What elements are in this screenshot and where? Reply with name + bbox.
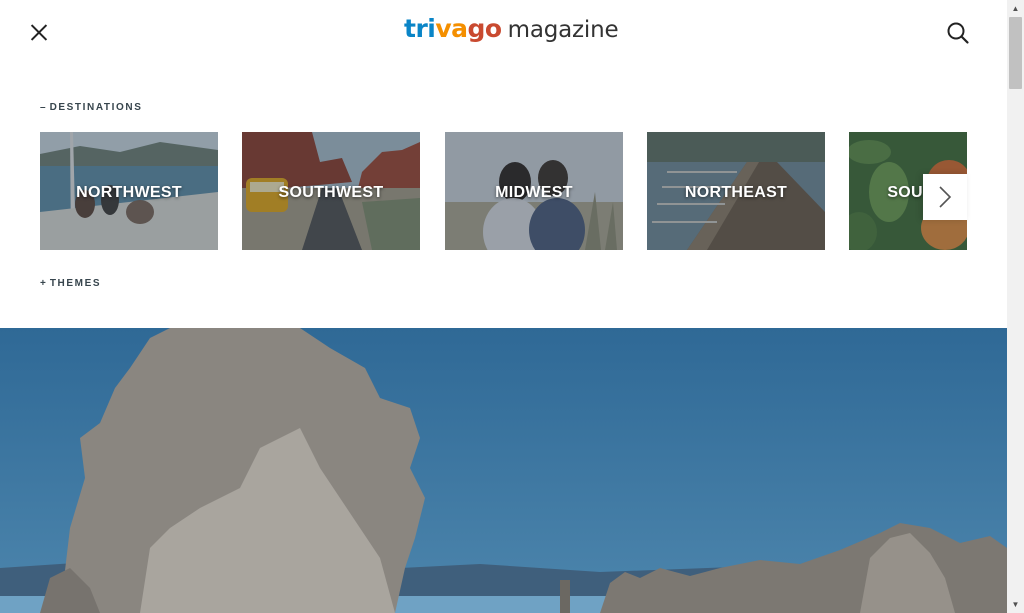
collapse-icon: – bbox=[40, 102, 46, 113]
expand-icon: + bbox=[40, 278, 46, 289]
logo[interactable]: trivago magazine bbox=[404, 14, 619, 48]
destination-label: SOUTHWEST bbox=[278, 184, 384, 201]
chevron-right-icon bbox=[939, 186, 952, 208]
page: trivago magazine – DESTINATIONS NORTHWES… bbox=[0, 0, 1024, 613]
scroll-up-icon[interactable]: ▲ bbox=[1007, 0, 1024, 17]
search-icon[interactable] bbox=[946, 21, 970, 45]
destination-card-northwest[interactable]: NORTHWEST bbox=[40, 132, 218, 250]
destination-label: NORTHEAST bbox=[684, 184, 788, 201]
hero-image bbox=[0, 328, 1007, 613]
logo-magazine: magazine bbox=[507, 17, 619, 43]
scrollbar-thumb[interactable] bbox=[1009, 17, 1022, 89]
destination-label: NORTHWEST bbox=[76, 184, 182, 201]
destination-card-southwest[interactable]: SOUTHWEST bbox=[242, 132, 420, 250]
scroll-down-icon[interactable]: ▼ bbox=[1007, 596, 1024, 613]
close-icon[interactable] bbox=[26, 19, 52, 45]
carousel-next-button[interactable] bbox=[923, 174, 967, 220]
destinations-label: DESTINATIONS bbox=[49, 102, 143, 113]
destinations-carousel: NORTHWEST SOUTHWEST MIDWEST NORTHEAST bbox=[40, 132, 967, 250]
themes-label: THEMES bbox=[49, 278, 102, 289]
destination-card-midwest[interactable]: MIDWEST bbox=[445, 132, 623, 250]
scrollbar[interactable]: ▲ ▼ bbox=[1007, 0, 1024, 613]
header: trivago magazine bbox=[0, 0, 1007, 64]
themes-toggle[interactable]: + THEMES bbox=[40, 278, 101, 289]
destinations-toggle[interactable]: – DESTINATIONS bbox=[40, 102, 142, 113]
logo-trivago: trivago bbox=[404, 14, 502, 43]
destination-label: MIDWEST bbox=[495, 184, 573, 201]
destination-card-northeast[interactable]: NORTHEAST bbox=[647, 132, 825, 250]
